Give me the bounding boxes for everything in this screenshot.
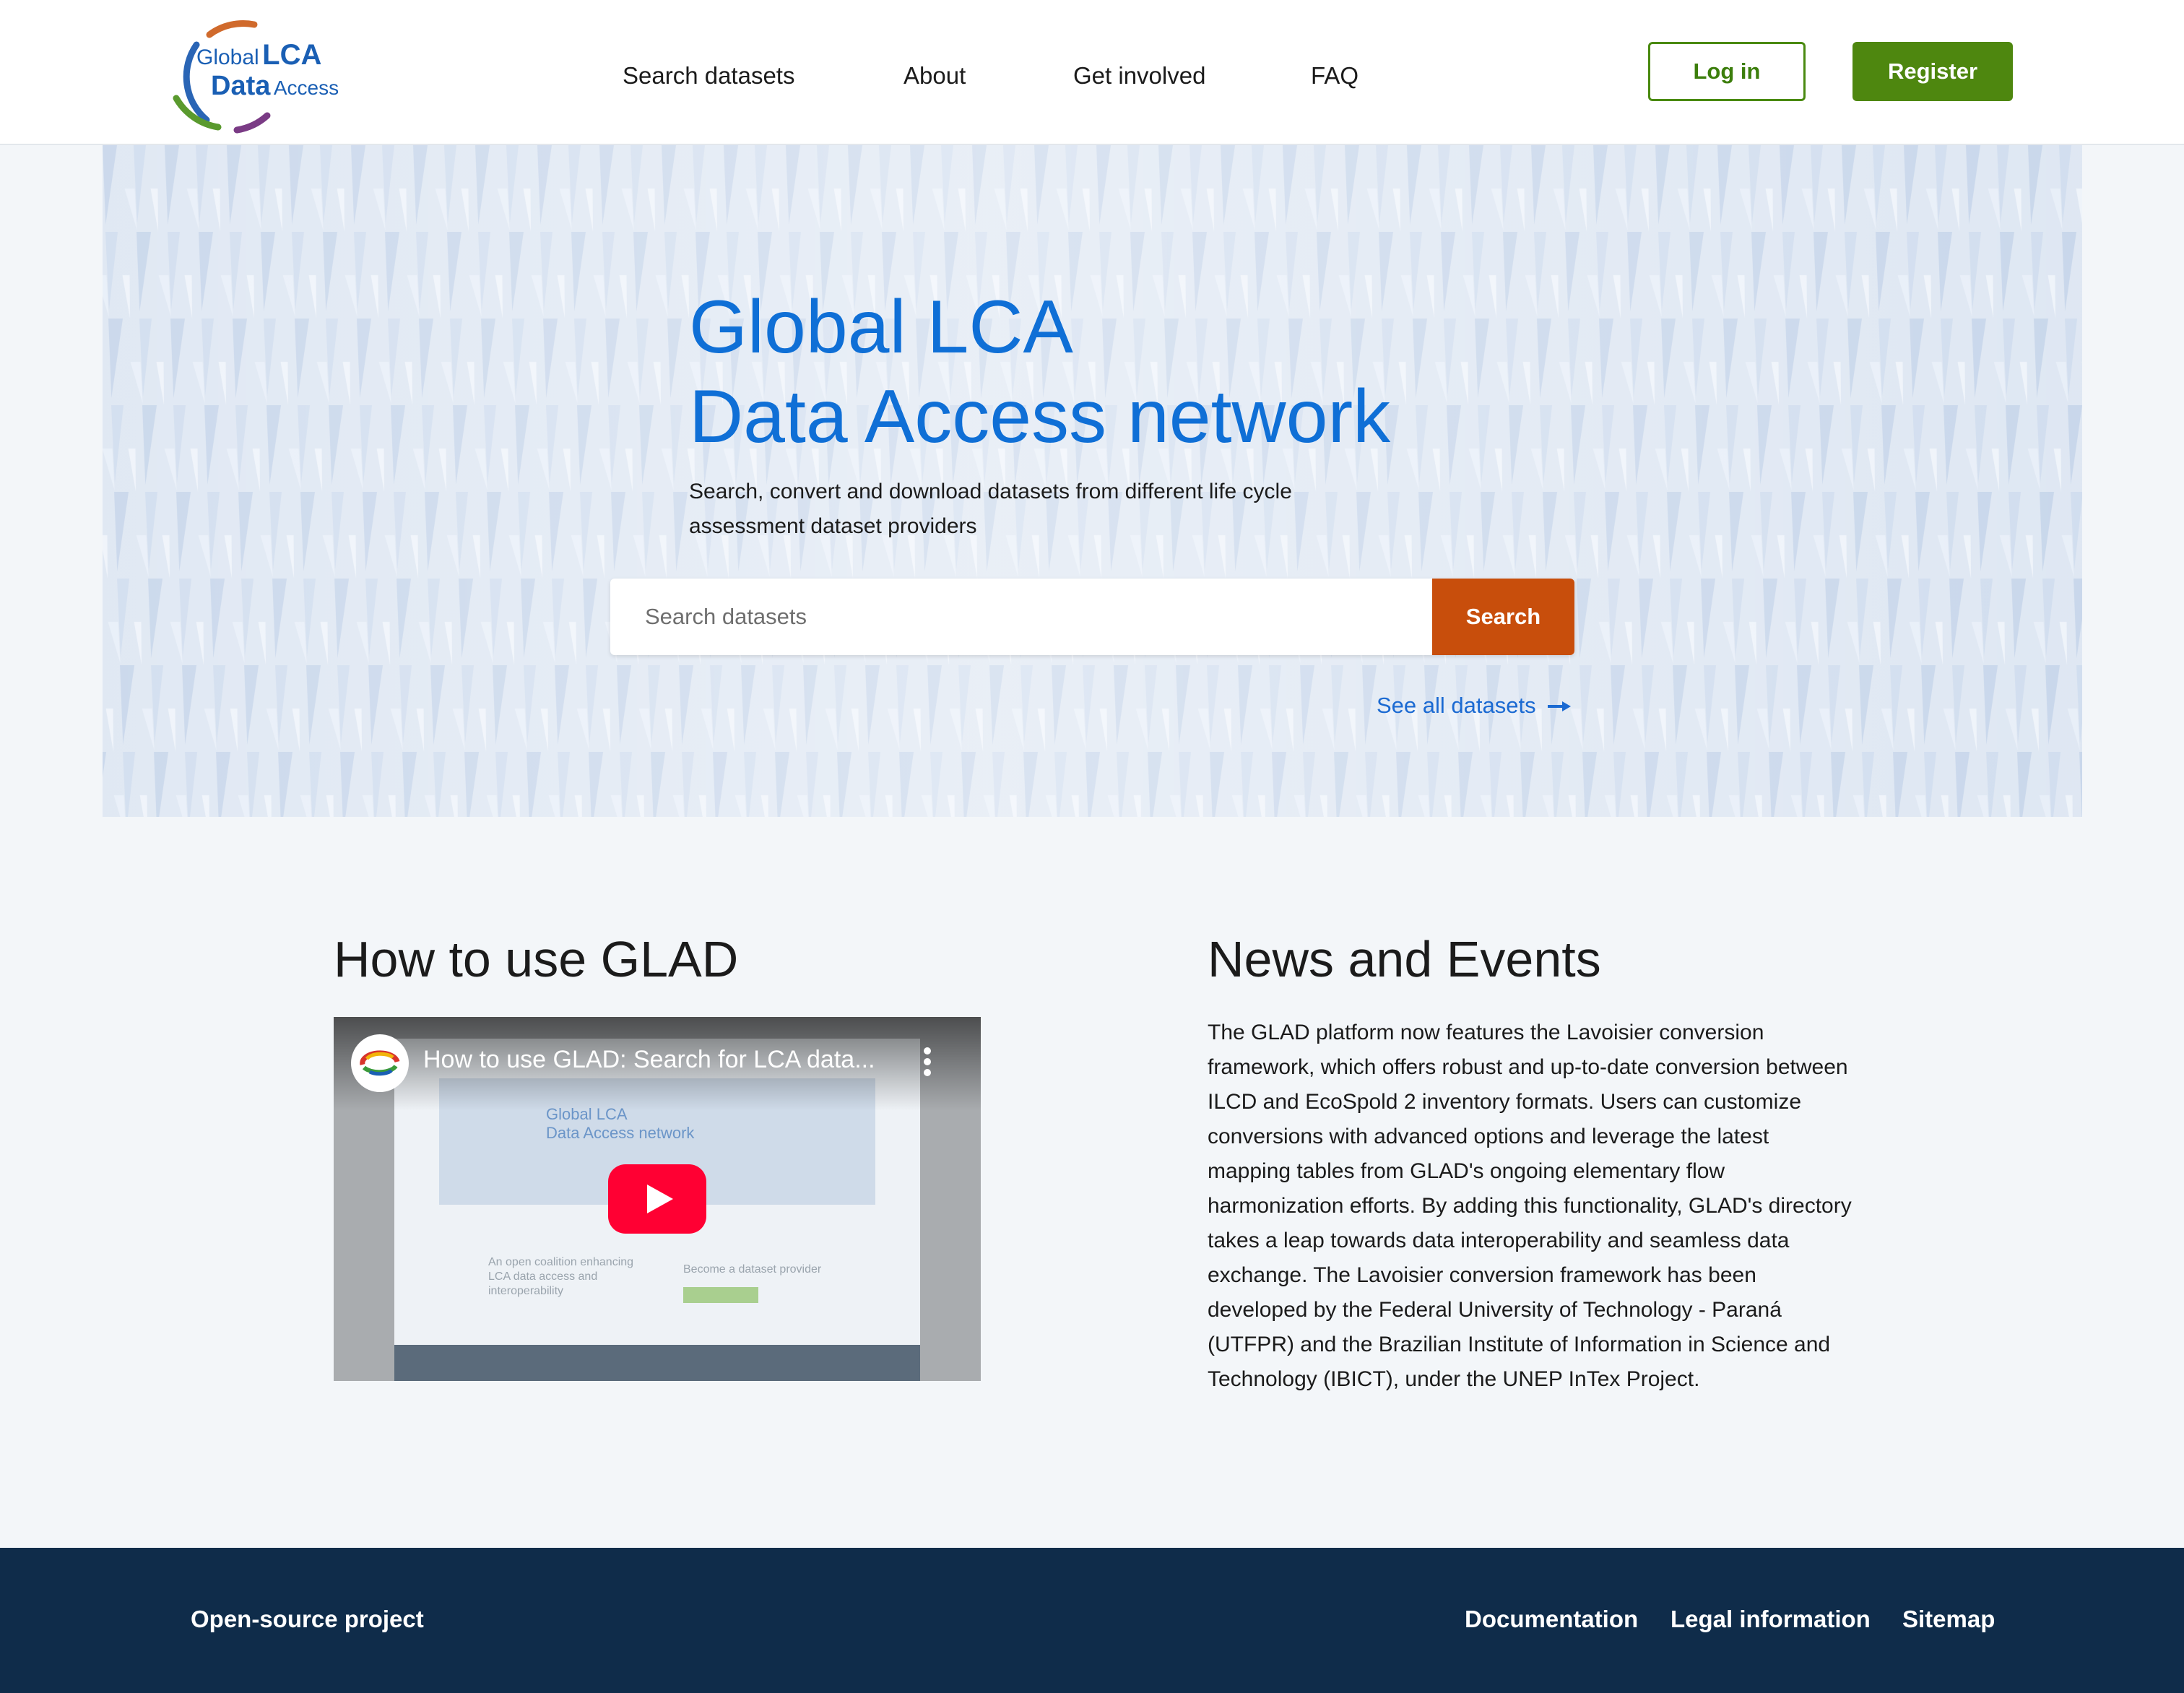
channel-avatar-icon[interactable]	[351, 1034, 409, 1092]
hero-title-line1: Global LCA	[689, 285, 1073, 369]
hero-title: Global LCA Data Access network	[689, 282, 1390, 462]
news-body: The GLAD platform now features the Lavoi…	[1208, 1021, 1852, 1391]
register-button[interactable]: Register	[1852, 42, 2013, 101]
logo-wordmark: Global LCA Data Access	[196, 40, 339, 100]
how-to-title: How to use GLAD	[334, 931, 739, 987]
thumbnail-button	[683, 1287, 758, 1303]
site-footer: Open-source project Documentation Legal …	[0, 1548, 2184, 1693]
logo-global: Global	[196, 46, 259, 69]
video-title[interactable]: How to use GLAD: Search for LCA data...	[423, 1046, 875, 1074]
arrow-right-icon	[1547, 693, 1572, 719]
nav-get-involved[interactable]: Get involved	[1073, 62, 1205, 90]
see-all-datasets-link[interactable]: See all datasets	[1377, 693, 1572, 719]
footer-open-source-link[interactable]: Open-source project	[191, 1606, 424, 1633]
glad-logo[interactable]: Global LCA Data Access	[168, 12, 339, 134]
thumbnail-footer	[394, 1345, 920, 1381]
thumbnail-right-heading: Become a dataset provider	[683, 1263, 822, 1276]
nav-faq[interactable]: FAQ	[1311, 62, 1358, 90]
logo-data: Data	[211, 71, 271, 101]
see-all-label: See all datasets	[1377, 693, 1536, 718]
nav-search-datasets[interactable]: Search datasets	[623, 62, 794, 90]
kebab-menu-icon[interactable]	[923, 1047, 932, 1076]
search-bar: Search	[610, 579, 1574, 655]
logo-access: Access	[273, 77, 339, 99]
thumbnail-left-heading: An open coalition enhancing LCA data acc…	[488, 1256, 634, 1297]
search-button[interactable]: Search	[1432, 579, 1574, 655]
youtube-play-icon[interactable]	[608, 1164, 706, 1234]
video-player[interactable]: Global LCA Data Access network An open c…	[334, 1017, 981, 1381]
hero-subtitle: Search, convert and download datasets fr…	[689, 480, 1292, 538]
nav-about[interactable]: About	[904, 62, 966, 90]
footer-sitemap-link[interactable]: Sitemap	[1902, 1606, 1995, 1633]
footer-documentation-link[interactable]: Documentation	[1465, 1606, 1638, 1633]
footer-legal-link[interactable]: Legal information	[1670, 1606, 1871, 1633]
hero-title-line2: Data Access network	[689, 375, 1391, 459]
hero-section: Global LCA Data Access network Search, c…	[103, 145, 2082, 817]
news-title: News and Events	[1208, 931, 1601, 987]
search-input[interactable]	[610, 579, 1432, 655]
login-button[interactable]: Log in	[1648, 42, 1806, 101]
site-header: Global LCA Data Access Search datasets A…	[0, 0, 2184, 145]
logo-lca: LCA	[262, 39, 322, 71]
thumbnail-title-line2: Data Access network	[546, 1124, 695, 1142]
